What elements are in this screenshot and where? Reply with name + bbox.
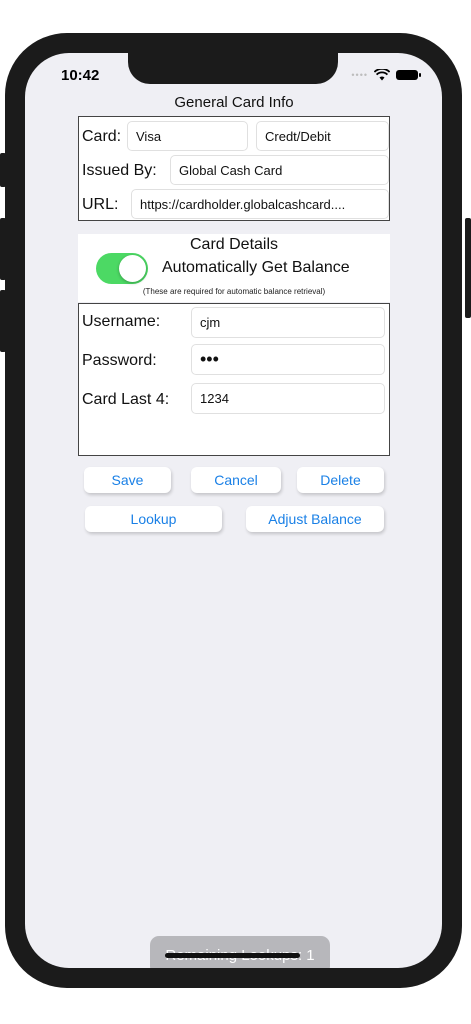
issued-by-label: Issued By: <box>82 162 157 179</box>
volume-up-button <box>0 218 6 280</box>
card-details-title: Card Details <box>189 236 279 253</box>
card-name-field[interactable]: Visa <box>127 121 248 151</box>
auto-balance-toggle[interactable] <box>96 253 148 284</box>
mute-switch <box>0 153 6 187</box>
card-details-panel: Card Details Automatically Get Balance (… <box>78 234 390 302</box>
url-field[interactable]: https://cardholder.globalcashcard.... <box>131 189 389 219</box>
credentials-box: Username: cjm Password: ••• Card Last 4:… <box>78 303 390 456</box>
card-label: Card: <box>82 128 122 145</box>
notch <box>128 53 338 84</box>
volume-down-button <box>0 290 6 352</box>
save-button[interactable]: Save <box>84 467 171 493</box>
status-icons: •••• <box>351 69 421 81</box>
username-label: Username: <box>82 313 161 330</box>
card-type-field[interactable]: Credt/Debit <box>256 121 389 151</box>
battery-icon <box>396 70 421 80</box>
auto-balance-label: Automatically Get Balance <box>162 259 350 276</box>
signal-icon: •••• <box>351 70 368 80</box>
app-screen: 10:42 •••• General Card Info Card: Visa … <box>25 53 442 968</box>
phone-frame: 10:42 •••• General Card Info Card: Visa … <box>5 33 462 988</box>
card-last4-label: Card Last 4: <box>82 391 170 408</box>
cancel-button[interactable]: Cancel <box>191 467 281 493</box>
adjust-balance-button[interactable]: Adjust Balance <box>246 506 384 532</box>
remaining-lookups-badge: Remaining Lookups: 1 <box>150 936 330 968</box>
power-button <box>465 218 471 318</box>
card-last4-field[interactable]: 1234 <box>191 383 385 414</box>
delete-button[interactable]: Delete <box>297 467 384 493</box>
wifi-icon <box>374 69 390 81</box>
toggle-knob <box>119 255 146 282</box>
issued-by-field[interactable]: Global Cash Card <box>170 155 389 185</box>
lookup-button[interactable]: Lookup <box>85 506 222 532</box>
username-field[interactable]: cjm <box>191 307 385 338</box>
status-time: 10:42 <box>61 67 100 84</box>
url-label: URL: <box>82 196 119 213</box>
home-indicator <box>165 953 300 958</box>
general-card-info-title: General Card Info <box>174 94 294 111</box>
password-field[interactable]: ••• <box>191 344 385 375</box>
details-note: (These are required for automatic balanc… <box>142 287 326 296</box>
password-label: Password: <box>82 352 157 369</box>
general-card-info-box: Card: Visa Credt/Debit Issued By: Global… <box>78 116 390 221</box>
